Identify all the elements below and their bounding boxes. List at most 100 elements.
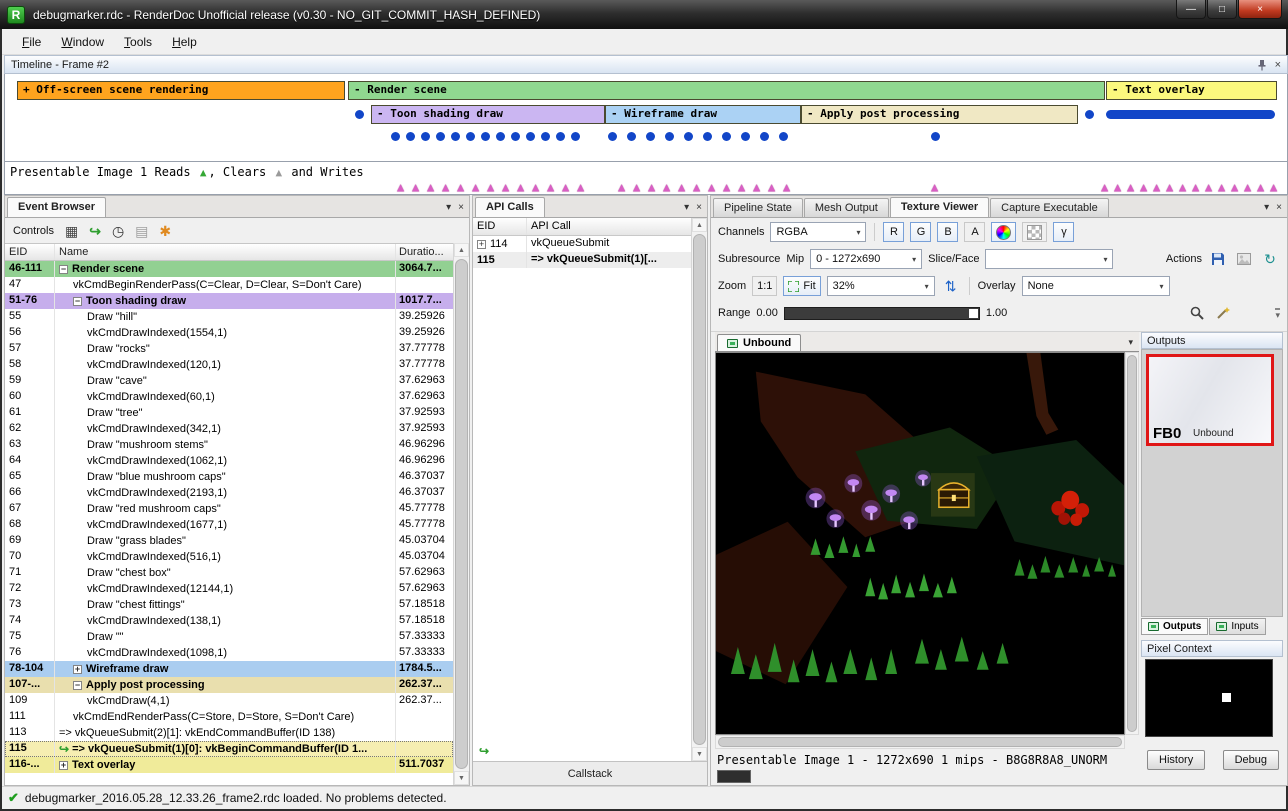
row-expander-icon[interactable]: − <box>73 297 82 306</box>
event-row[interactable]: 65Draw "blue mushroom caps"46.37037 <box>5 469 453 485</box>
row-expander-icon[interactable]: − <box>73 681 82 690</box>
blue-channel-button[interactable]: B <box>937 222 958 242</box>
scrollbar-thumb[interactable] <box>455 259 468 769</box>
menu-item-help[interactable]: Help <box>162 32 207 52</box>
usage-triangle-icon[interactable]: ▲ <box>633 180 640 194</box>
timeline-bar-postproc[interactable]: - Apply post processing <box>801 105 1078 124</box>
refresh-icon[interactable]: ↻ <box>1260 249 1280 269</box>
event-row[interactable]: 66vkCmdDrawIndexed(2193,1)46.37037 <box>5 485 453 501</box>
event-row[interactable]: 76vkCmdDrawIndexed(1098,1)57.33333 <box>5 645 453 661</box>
fit-button[interactable]: Fit <box>783 276 820 296</box>
green-channel-button[interactable]: G <box>910 222 931 242</box>
api-call-row[interactable]: 115=> vkQueueSubmit(1)[... <box>473 252 691 268</box>
usage-triangle-icon[interactable]: ▲ <box>1218 180 1225 194</box>
texture-viewport[interactable] <box>715 352 1125 735</box>
draw-marker-dot[interactable] <box>406 132 415 141</box>
draw-marker-dot[interactable] <box>355 110 364 119</box>
draw-marker-dot[interactable] <box>391 132 400 141</box>
zoom-select[interactable]: 32% ▾ <box>827 276 935 296</box>
tab-pipeline-state[interactable]: Pipeline State <box>713 198 803 217</box>
checkerboard-button[interactable] <box>1022 222 1047 242</box>
usage-triangle-icon[interactable]: ▲ <box>457 180 464 194</box>
usage-triangle-icon[interactable]: ▲ <box>1244 180 1251 194</box>
draw-marker-dot[interactable] <box>608 132 617 141</box>
history-button[interactable]: History <box>1147 750 1205 770</box>
scroll-up-icon[interactable]: ▲ <box>692 218 707 232</box>
maximize-button[interactable]: □ <box>1207 0 1237 19</box>
usage-triangle-icon[interactable]: ▲ <box>1179 180 1186 194</box>
timeline-close-icon[interactable]: × <box>1275 59 1281 71</box>
gamma-button[interactable]: γ <box>1053 222 1074 242</box>
usage-triangle-icon[interactable]: ▲ <box>577 180 584 194</box>
usage-triangle-icon[interactable]: ▲ <box>412 180 419 194</box>
event-row[interactable]: 64vkCmdDrawIndexed(1062,1)46.96296 <box>5 453 453 469</box>
row-expander-icon[interactable]: + <box>73 665 82 674</box>
usage-triangle-icon[interactable]: ▲ <box>1231 180 1238 194</box>
tab-inputs[interactable]: Inputs <box>1209 618 1265 635</box>
tab-texture-viewer[interactable]: Texture Viewer <box>890 197 989 217</box>
timeline-bar-render-scene[interactable]: - Render scene <box>348 81 1105 100</box>
usage-triangle-icon[interactable]: ▲ <box>517 180 524 194</box>
usage-triangle-icon[interactable]: ▲ <box>663 180 670 194</box>
usage-triangle-icon[interactable]: ▲ <box>753 180 760 194</box>
draw-marker-dot[interactable] <box>931 132 940 141</box>
usage-triangle-icon[interactable]: ▲ <box>1205 180 1212 194</box>
draw-marker-dot[interactable] <box>703 132 712 141</box>
tab-api-calls[interactable]: API Calls <box>475 197 545 217</box>
minimize-button[interactable]: — <box>1176 0 1206 19</box>
color-wheel-button[interactable] <box>991 222 1016 242</box>
pixel-context-view[interactable] <box>1145 659 1273 737</box>
event-row[interactable]: 73Draw "chest fittings"57.18518 <box>5 597 453 613</box>
scrollbar-thumb[interactable] <box>1127 355 1137 732</box>
usage-triangle-icon[interactable]: ▲ <box>693 180 700 194</box>
event-row[interactable]: 75Draw ""57.33333 <box>5 629 453 645</box>
panel-menu-icon[interactable]: ▾ <box>446 202 451 213</box>
overlay-select[interactable]: None ▾ <box>1022 276 1170 296</box>
usage-triangle-icon[interactable]: ▲ <box>1192 180 1199 194</box>
event-row[interactable]: 113=> vkQueueSubmit(2)[1]: vkEndCommandB… <box>5 725 453 741</box>
column-eid[interactable]: EID <box>5 244 55 260</box>
menu-item-file[interactable]: File <box>12 32 51 52</box>
fb0-thumbnail[interactable]: FB0 Unbound <box>1146 354 1274 446</box>
timeline-events-capsule[interactable] <box>1106 110 1275 119</box>
event-row[interactable]: 116-...+Text overlay511.7037 <box>5 757 453 773</box>
event-row[interactable]: 70vkCmdDrawIndexed(516,1)45.03704 <box>5 549 453 565</box>
event-row[interactable]: 46-111−Render scene3064.7... <box>5 261 453 277</box>
draw-marker-dot[interactable] <box>511 132 520 141</box>
draw-marker-dot[interactable] <box>684 132 693 141</box>
bookmark-star-icon[interactable]: ✱ <box>159 224 171 238</box>
draw-marker-dot[interactable] <box>627 132 636 141</box>
usage-triangle-icon[interactable]: ▲ <box>1270 180 1277 194</box>
api-calls-scrollbar[interactable]: ▲ ▼ <box>691 218 707 761</box>
draw-marker-dot[interactable] <box>779 132 788 141</box>
debug-button[interactable]: Debug <box>1223 750 1279 770</box>
event-row[interactable]: 61Draw "tree"37.92593 <box>5 405 453 421</box>
panel-close-icon[interactable]: × <box>1276 202 1282 213</box>
panel-menu-icon[interactable]: ▾ <box>1264 202 1269 213</box>
auto-range-wand-icon[interactable] <box>1213 303 1233 323</box>
event-row[interactable]: 72vkCmdDrawIndexed(12144,1)57.62963 <box>5 581 453 597</box>
event-row[interactable]: 58vkCmdDrawIndexed(120,1)37.77778 <box>5 357 453 373</box>
usage-triangle-icon[interactable]: ▲ <box>931 180 938 194</box>
usage-triangle-icon[interactable]: ▲ <box>1257 180 1264 194</box>
panel-menu-icon[interactable]: ▾ <box>684 202 689 213</box>
usage-triangle-icon[interactable]: ▲ <box>427 180 434 194</box>
draw-marker-dot[interactable] <box>526 132 535 141</box>
timeline-bar-toon[interactable]: - Toon shading draw <box>371 105 605 124</box>
event-row[interactable]: 107-...−Apply post processing262.37... <box>5 677 453 693</box>
texture-vertical-scrollbar[interactable] <box>1125 352 1139 735</box>
scrollbar-thumb[interactable] <box>718 737 1122 747</box>
event-row[interactable]: 56vkCmdDrawIndexed(1554,1)39.25926 <box>5 325 453 341</box>
texture-horizontal-scrollbar[interactable] <box>715 735 1125 749</box>
draw-marker-dot[interactable] <box>496 132 505 141</box>
timeline-body[interactable]: + Off-screen scene rendering- Render sce… <box>4 74 1288 195</box>
draw-marker-dot[interactable] <box>436 132 445 141</box>
usage-triangle-icon[interactable]: ▲ <box>562 180 569 194</box>
event-row[interactable]: 68vkCmdDrawIndexed(1677,1)45.77778 <box>5 517 453 533</box>
api-calls-table[interactable]: EID API Call +114vkQueueSubmit115=> vkQu… <box>473 218 691 761</box>
usage-triangle-icon[interactable]: ▲ <box>1101 180 1108 194</box>
draw-marker-dot[interactable] <box>741 132 750 141</box>
draw-marker-dot[interactable] <box>481 132 490 141</box>
usage-triangle-icon[interactable]: ▲ <box>397 180 404 194</box>
close-button[interactable]: × <box>1238 0 1282 19</box>
